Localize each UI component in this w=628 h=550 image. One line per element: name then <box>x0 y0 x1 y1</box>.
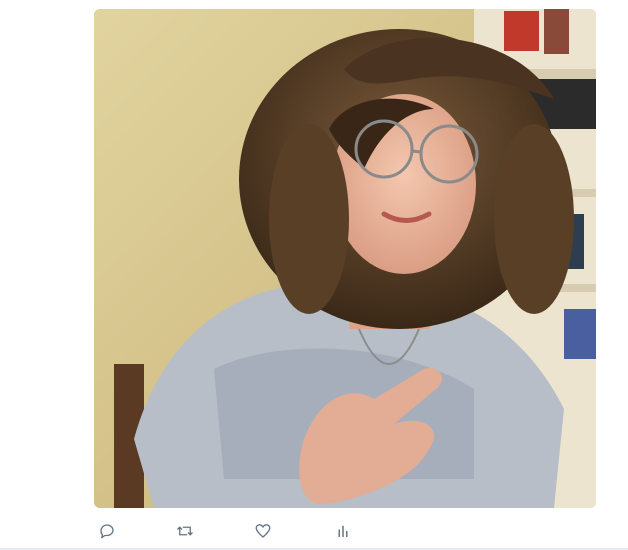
tweet-photo[interactable] <box>94 9 596 508</box>
heart-icon <box>255 524 271 538</box>
tweet-actions <box>94 516 374 546</box>
analytics-icon <box>338 525 348 537</box>
analytics-button[interactable] <box>330 516 356 546</box>
reply-button[interactable] <box>94 516 120 546</box>
reply-icon <box>100 524 114 539</box>
like-button[interactable] <box>250 516 276 546</box>
photo-image <box>94 9 596 508</box>
retweet-icon <box>177 526 193 536</box>
retweet-button[interactable] <box>172 516 198 546</box>
